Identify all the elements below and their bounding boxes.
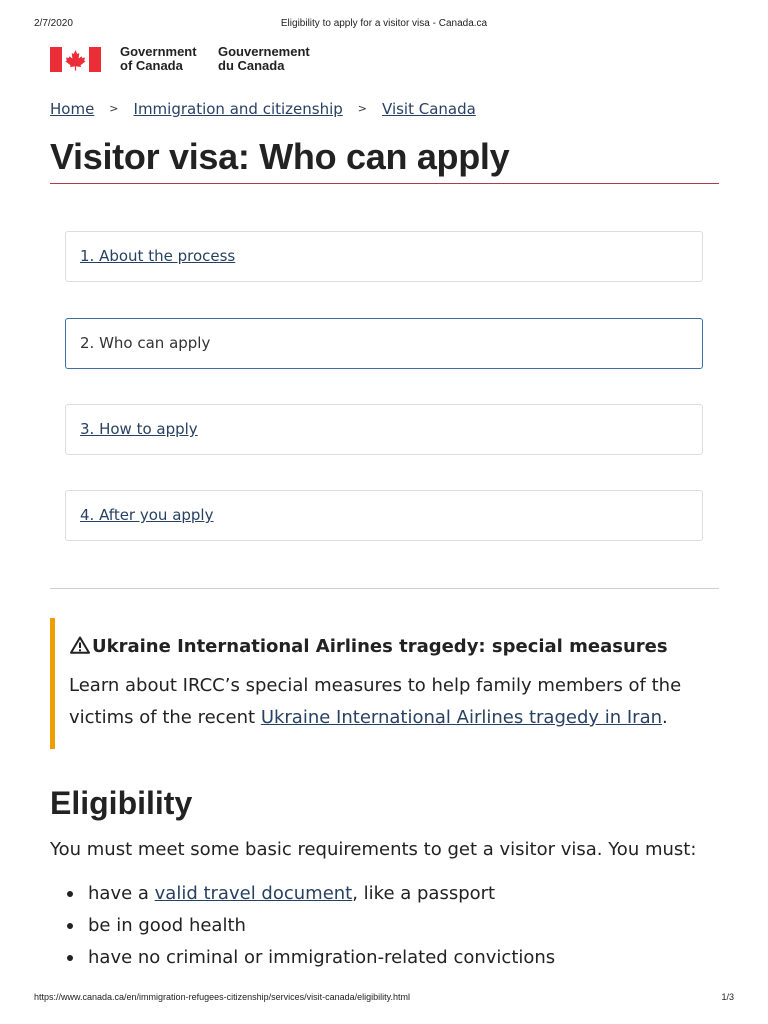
- wordmark-fr-line2: du Canada: [218, 58, 285, 73]
- warning-icon: [70, 636, 90, 654]
- print-footer: https://www.canada.ca/en/immigration-ref…: [34, 992, 734, 1006]
- eligibility-intro: You must meet some basic requirements to…: [50, 839, 697, 860]
- page-title: Visitor visa: Who can apply: [50, 136, 510, 177]
- list-item-text: have a: [88, 883, 155, 904]
- bullet: [67, 923, 73, 929]
- section-divider: [50, 588, 719, 589]
- list-item: have no criminal or immigration-related …: [67, 942, 555, 974]
- wordmark-french: Gouvernement du Canada: [218, 45, 310, 73]
- step-how-to-apply[interactable]: 3. How to apply: [65, 404, 703, 455]
- valid-travel-document-link[interactable]: valid travel document: [155, 883, 353, 904]
- alert-heading: Ukraine International Airlines tragedy: …: [70, 636, 668, 657]
- breadcrumb-home[interactable]: Home: [50, 100, 94, 118]
- breadcrumb: Home > Immigration and citizenship > Visit C…: [50, 100, 476, 124]
- wordmark-en-line2: of Canada: [120, 58, 183, 73]
- step-label: 4. After you apply: [80, 506, 214, 524]
- step-label: 3. How to apply: [80, 420, 198, 438]
- eligibility-heading: Eligibility: [50, 785, 193, 821]
- print-page-title: Eligibility to apply for a visitor visa …: [280, 18, 488, 29]
- list-item-text: , like a passport: [352, 883, 496, 904]
- ukraine-tragedy-link[interactable]: Ukraine International Airlines tragedy i…: [261, 707, 662, 728]
- alert-heading-text: Ukraine International Airlines tragedy: …: [92, 636, 668, 657]
- list-item: have a valid travel document, like a pas…: [67, 878, 555, 910]
- list-item: be in good health: [67, 910, 555, 942]
- wordmark-en-line1: Government: [120, 44, 197, 59]
- wordmark-english: Government of Canada: [120, 45, 197, 73]
- bullet: [67, 891, 73, 897]
- step-after-you-apply[interactable]: 4. After you apply: [65, 490, 703, 541]
- breadcrumb-immigration[interactable]: Immigration and citizenship: [134, 100, 343, 118]
- print-url: https://www.canada.ca/en/immigration-ref…: [34, 992, 410, 1002]
- title-underline: [50, 183, 719, 184]
- step-who-can-apply[interactable]: 2. Who can apply: [65, 318, 703, 369]
- list-item-text: be in good health: [88, 915, 246, 936]
- list-item-text: have no criminal or immigration-related …: [88, 947, 556, 968]
- canada-flag-icon: [50, 47, 101, 72]
- step-label: 1. About the process: [80, 247, 236, 265]
- breadcrumb-separator: >: [357, 102, 368, 115]
- warning-alert: Ukraine International Airlines tragedy: …: [50, 618, 719, 749]
- step-label: 2. Who can apply: [80, 334, 211, 352]
- bullet: [67, 955, 73, 961]
- requirements-list: have a valid travel document, like a pas…: [67, 878, 555, 974]
- step-about-process[interactable]: 1. About the process: [65, 231, 703, 282]
- breadcrumb-separator: >: [109, 102, 119, 115]
- alert-body: Learn about IRCC’s special measures to h…: [69, 670, 689, 734]
- alert-body-period: .: [662, 707, 668, 728]
- wordmark-fr-line1: Gouvernement: [218, 44, 310, 59]
- print-header: 2/7/2020 Eligibility to apply for a visi…: [34, 18, 734, 32]
- breadcrumb-visit-canada[interactable]: Visit Canada: [382, 100, 476, 118]
- print-page-number: 1/3: [721, 992, 734, 1002]
